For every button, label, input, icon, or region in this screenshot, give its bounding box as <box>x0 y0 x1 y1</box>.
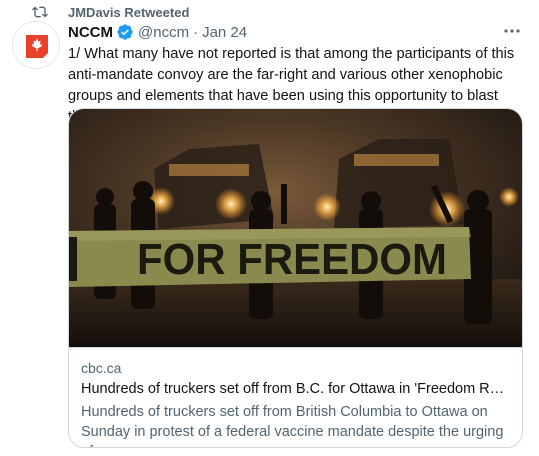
author-name[interactable]: NCCM <box>68 24 113 41</box>
retweet-icon <box>32 6 48 18</box>
card-description: Hundreds of truckers set off from Britis… <box>81 404 504 447</box>
link-card[interactable]: FOR FREEDOM cbc.ca Hundreds of truckers … <box>68 108 523 448</box>
tweet-header: NCCM @nccm · Jan 24 <box>68 22 247 42</box>
author-handle[interactable]: @nccm <box>138 24 189 41</box>
nccm-logo-icon <box>13 22 59 68</box>
card-domain: cbc.ca <box>81 360 122 376</box>
avatar[interactable] <box>12 21 60 69</box>
tweet-date[interactable]: Jan 24 <box>202 24 247 41</box>
verified-badge-icon <box>117 24 133 40</box>
card-body[interactable]: cbc.ca Hundreds of truckers set off from… <box>69 347 522 447</box>
retweet-label[interactable]: JMDavis Retweeted <box>68 5 189 20</box>
banner-text: FOR FREEDOM <box>137 235 447 284</box>
separator-dot: · <box>193 23 199 41</box>
card-image[interactable]: FOR FREEDOM <box>69 109 523 347</box>
card-title[interactable]: Hundreds of truckers set off from B.C. f… <box>81 381 511 397</box>
more-icon[interactable] <box>503 26 521 36</box>
